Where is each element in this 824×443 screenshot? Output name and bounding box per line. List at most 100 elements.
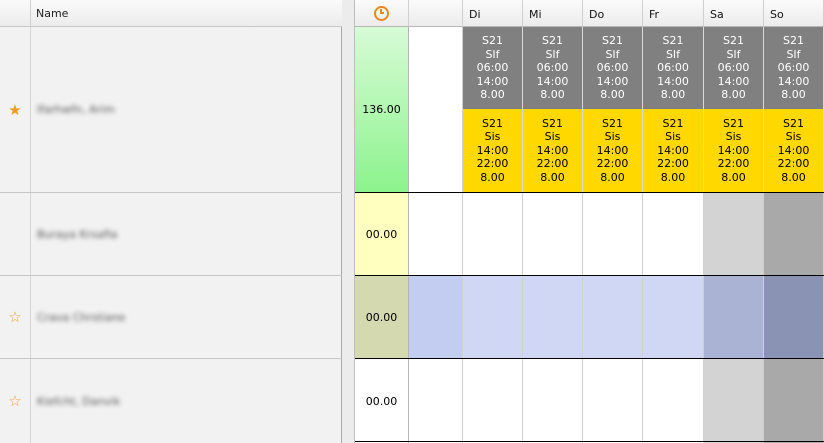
employee-name-cell[interactable]: Ifarhwfn, Arim bbox=[31, 27, 342, 192]
employee-name-cell[interactable]: Crava Chrstiane bbox=[31, 276, 342, 358]
shift-type: SIf bbox=[485, 47, 500, 61]
day-header-di[interactable]: Di bbox=[463, 0, 523, 27]
day-cell[interactable] bbox=[523, 276, 583, 358]
shift-end: 14:00 bbox=[476, 74, 509, 88]
day-header-fr[interactable]: Fr bbox=[643, 0, 704, 27]
favorite-star-icon[interactable]: ★ bbox=[0, 27, 31, 192]
weekend-cell[interactable] bbox=[764, 276, 824, 358]
day-cell[interactable] bbox=[643, 359, 704, 443]
blank-cell[interactable] bbox=[409, 276, 463, 358]
shift-hours: 8.00 bbox=[480, 170, 505, 184]
hours-value: 00.00 bbox=[365, 394, 398, 408]
blank-column-header bbox=[409, 0, 463, 27]
shift-code: S21 bbox=[662, 116, 684, 130]
favorite-column-header[interactable] bbox=[0, 0, 31, 27]
weekend-cell[interactable] bbox=[764, 359, 824, 443]
day-cell[interactable] bbox=[463, 359, 523, 443]
shift-hours: 8.00 bbox=[600, 170, 625, 184]
shift-block[interactable]: S21 SIf 06:00 14:00 8.00 bbox=[704, 27, 764, 109]
star-outline-icon[interactable]: ☆ bbox=[8, 308, 21, 326]
shift-end: 22:00 bbox=[657, 157, 689, 171]
shift-end: 14:00 bbox=[717, 74, 750, 88]
shift-block[interactable]: S21 Sis 14:00 22:00 8.00 bbox=[643, 109, 704, 192]
favorite-star-cell[interactable]: ☆ bbox=[0, 359, 31, 443]
star-filled-icon[interactable]: ★ bbox=[8, 101, 21, 119]
shift-code: S21 bbox=[723, 34, 744, 48]
shift-end: 14:00 bbox=[536, 74, 569, 88]
shift-end: 14:00 bbox=[596, 74, 629, 88]
shift-start: 06:00 bbox=[717, 61, 750, 75]
favorite-star-cell[interactable] bbox=[0, 193, 31, 275]
shift-start: 14:00 bbox=[476, 143, 509, 157]
shift-block[interactable]: S21 SIf 06:00 14:00 8.00 bbox=[583, 27, 643, 109]
day-cell[interactable] bbox=[523, 193, 583, 275]
pane-splitter[interactable] bbox=[342, 0, 355, 443]
day-cell[interactable] bbox=[643, 193, 704, 275]
employee-name: Crava Chrstiane bbox=[37, 310, 126, 324]
shift-type: SIf bbox=[665, 47, 681, 61]
weekend-cell[interactable] bbox=[704, 276, 764, 358]
day-header-sa[interactable]: Sa bbox=[704, 0, 764, 27]
day-header-mi[interactable]: Mi bbox=[523, 0, 583, 27]
shift-block[interactable]: S21 Sis 14:00 22:00 8.00 bbox=[583, 109, 643, 192]
star-outline-icon[interactable]: ☆ bbox=[8, 392, 21, 410]
shift-code: S21 bbox=[482, 116, 503, 130]
total-hours-header[interactable] bbox=[355, 0, 409, 27]
shift-end: 22:00 bbox=[476, 157, 509, 171]
day-header-do[interactable]: Do bbox=[583, 0, 643, 27]
total-hours-cell[interactable]: 00.00 bbox=[355, 359, 409, 443]
clock-icon bbox=[374, 5, 389, 21]
day-cell[interactable] bbox=[643, 276, 704, 358]
shift-block[interactable]: S21 Sis 14:00 22:00 8.00 bbox=[523, 109, 583, 192]
total-hours-cell[interactable]: 00.00 bbox=[355, 193, 409, 275]
shift-start: 06:00 bbox=[596, 61, 629, 75]
employee-name: Ifarhwfn, Arim bbox=[37, 103, 115, 116]
shift-block[interactable]: S21 Sis 14:00 22:00 8.00 bbox=[764, 109, 824, 192]
shift-code: S21 bbox=[482, 34, 503, 48]
total-hours-cell[interactable]: 136.00 bbox=[355, 27, 409, 192]
shift-block[interactable]: S21 SIf 06:00 14:00 8.00 bbox=[523, 27, 583, 109]
blank-cell[interactable] bbox=[409, 359, 463, 443]
employee-name: Kiefcht, Danvik bbox=[37, 394, 121, 408]
shift-code: S21 bbox=[783, 34, 804, 48]
shift-block[interactable]: S21 Sis 14:00 22:00 8.00 bbox=[704, 109, 764, 192]
weekend-cell[interactable] bbox=[704, 193, 764, 275]
shift-type: SIf bbox=[605, 47, 620, 61]
shift-start: 06:00 bbox=[476, 61, 509, 75]
shift-type: Sis bbox=[785, 130, 802, 144]
day-cell[interactable] bbox=[523, 359, 583, 443]
day-cell[interactable] bbox=[583, 276, 643, 358]
favorite-star-cell[interactable]: ☆ bbox=[0, 276, 31, 358]
hours-value: 00.00 bbox=[365, 227, 398, 241]
shift-start: 14:00 bbox=[777, 143, 810, 157]
weekend-cell[interactable] bbox=[764, 193, 824, 275]
shift-type: Sis bbox=[544, 130, 561, 144]
name-column-header[interactable]: Name bbox=[31, 0, 342, 27]
shift-type: Sis bbox=[665, 130, 681, 144]
shift-start: 06:00 bbox=[777, 61, 810, 75]
total-hours-cell[interactable]: 00.00 bbox=[355, 276, 409, 358]
shift-block[interactable]: S21 SIf 06:00 14:00 8.00 bbox=[643, 27, 704, 109]
weekend-cell[interactable] bbox=[704, 359, 764, 443]
day-cell[interactable] bbox=[583, 193, 643, 275]
shift-hours: 8.00 bbox=[721, 170, 746, 184]
day-cell[interactable] bbox=[463, 276, 523, 358]
blank-cell[interactable] bbox=[409, 27, 463, 192]
shift-start: 14:00 bbox=[657, 143, 689, 157]
shift-hours: 8.00 bbox=[540, 170, 565, 184]
day-header-so[interactable]: So bbox=[764, 0, 824, 27]
shift-block[interactable]: S21 Sis 14:00 22:00 8.00 bbox=[463, 109, 523, 192]
shift-hours: 8.00 bbox=[480, 88, 505, 102]
shift-block[interactable]: S21 SIf 06:00 14:00 8.00 bbox=[764, 27, 824, 109]
shift-code: S21 bbox=[542, 34, 563, 48]
employee-name-cell[interactable]: Kiefcht, Danvik bbox=[31, 359, 342, 443]
shift-start: 14:00 bbox=[717, 143, 750, 157]
day-cell[interactable] bbox=[463, 193, 523, 275]
shift-block[interactable]: S21 SIf 06:00 14:00 8.00 bbox=[463, 27, 523, 109]
day-cell[interactable] bbox=[583, 359, 643, 443]
shift-type: Sis bbox=[484, 130, 501, 144]
blank-cell[interactable] bbox=[409, 193, 463, 275]
employee-name-cell[interactable]: Buraya Krsafia bbox=[31, 193, 342, 275]
shift-code: S21 bbox=[602, 34, 623, 48]
shift-end: 22:00 bbox=[596, 157, 629, 171]
